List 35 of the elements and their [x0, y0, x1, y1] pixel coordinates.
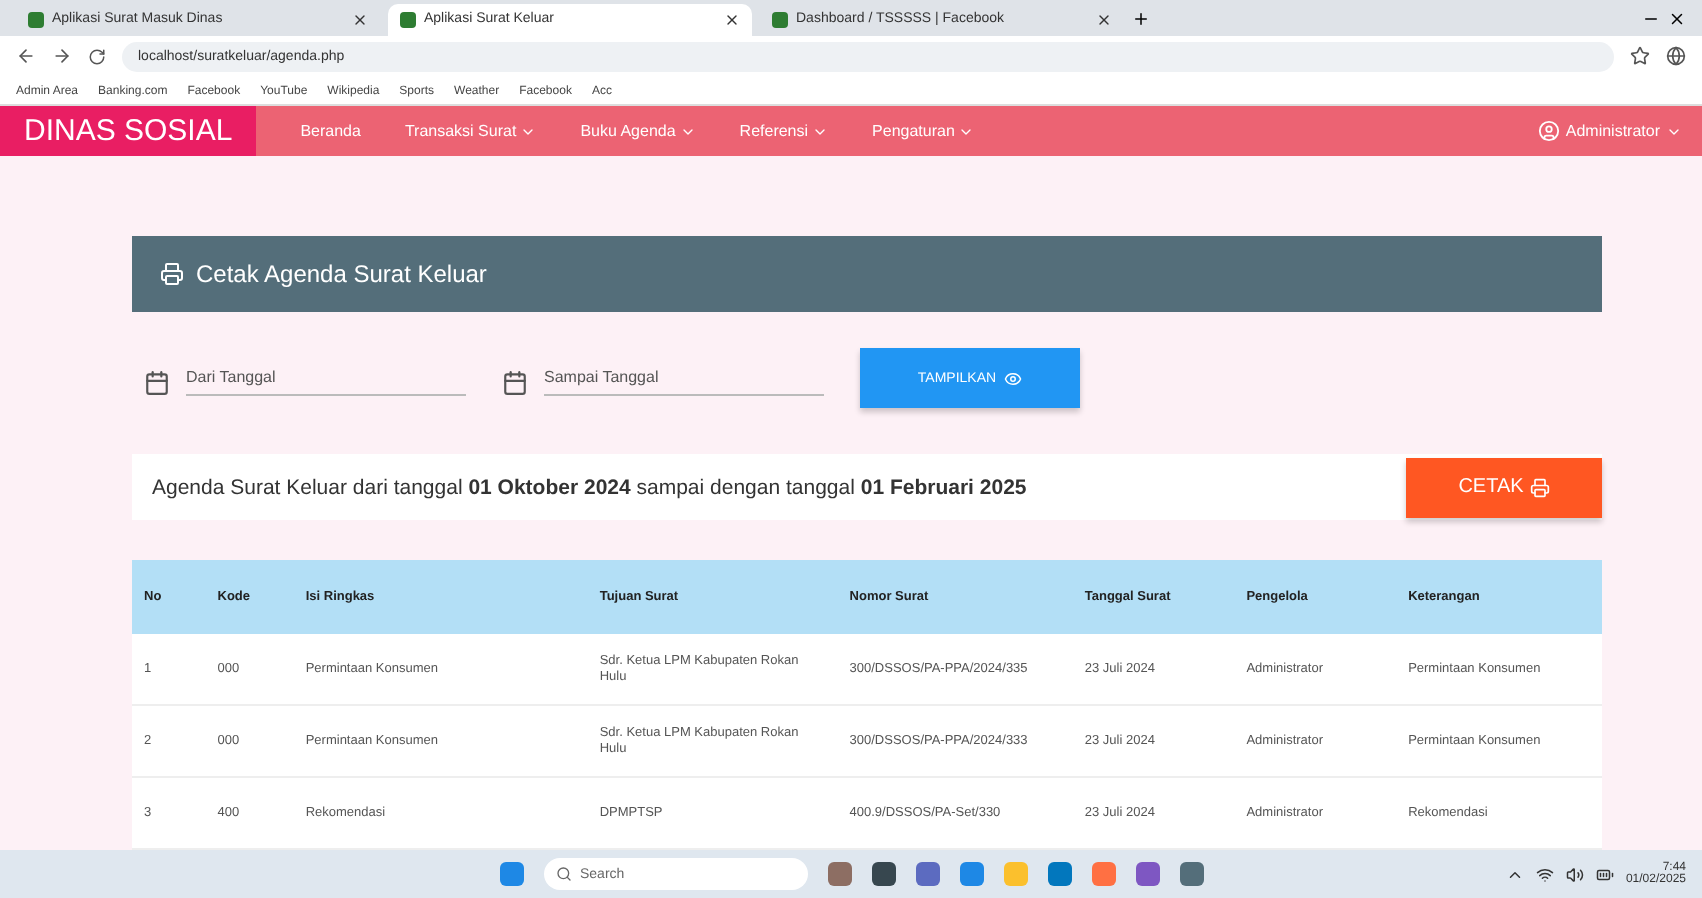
- start-icon[interactable]: [500, 862, 524, 887]
- app-icon[interactable]: [916, 862, 940, 887]
- favicon-icon: [772, 11, 788, 28]
- summary-text: Agenda Surat Keluar dari tanggal 01 Oktober 2024 sampai dengan tanggal 01 Februari 2025: [152, 475, 1029, 500]
- date-field[interactable]: Dari Tanggal: [186, 360, 466, 397]
- app-icon[interactable]: [1136, 862, 1160, 887]
- calendar-icon: [502, 370, 528, 397]
- app-icon[interactable]: [1180, 862, 1204, 887]
- user-icon: [1537, 120, 1560, 143]
- star-icon[interactable]: [1630, 46, 1650, 67]
- app-icon[interactable]: [1048, 862, 1072, 887]
- extension-icon[interactable]: [1666, 46, 1686, 67]
- volume-icon[interactable]: [1565, 865, 1584, 884]
- reload-icon[interactable]: [88, 47, 106, 66]
- favicon-icon: [28, 11, 44, 28]
- close-icon[interactable]: [1668, 9, 1686, 28]
- forward-icon[interactable]: [52, 46, 72, 67]
- favicon-icon: [400, 11, 416, 28]
- search-icon: [556, 866, 572, 883]
- card-title: Cetak Agenda Surat Keluar: [196, 260, 487, 289]
- printer-icon: [160, 262, 184, 287]
- printer-icon: [1529, 477, 1550, 498]
- calendar-icon: [144, 370, 170, 397]
- back-icon[interactable]: [16, 46, 36, 67]
- wifi-icon[interactable]: [1535, 865, 1554, 884]
- app-icon[interactable]: [872, 862, 896, 887]
- brand-logo[interactable]: DINAS SOSIAL: [0, 105, 257, 157]
- close-icon[interactable]: [724, 11, 740, 28]
- eye-icon: [1004, 369, 1023, 388]
- battery-icon[interactable]: [1595, 865, 1614, 884]
- close-icon[interactable]: [1096, 11, 1112, 28]
- new-tab-icon[interactable]: [1132, 9, 1150, 28]
- close-icon[interactable]: [352, 11, 368, 28]
- app-icon[interactable]: [828, 862, 852, 887]
- date-field[interactable]: Sampai Tanggal: [544, 360, 824, 397]
